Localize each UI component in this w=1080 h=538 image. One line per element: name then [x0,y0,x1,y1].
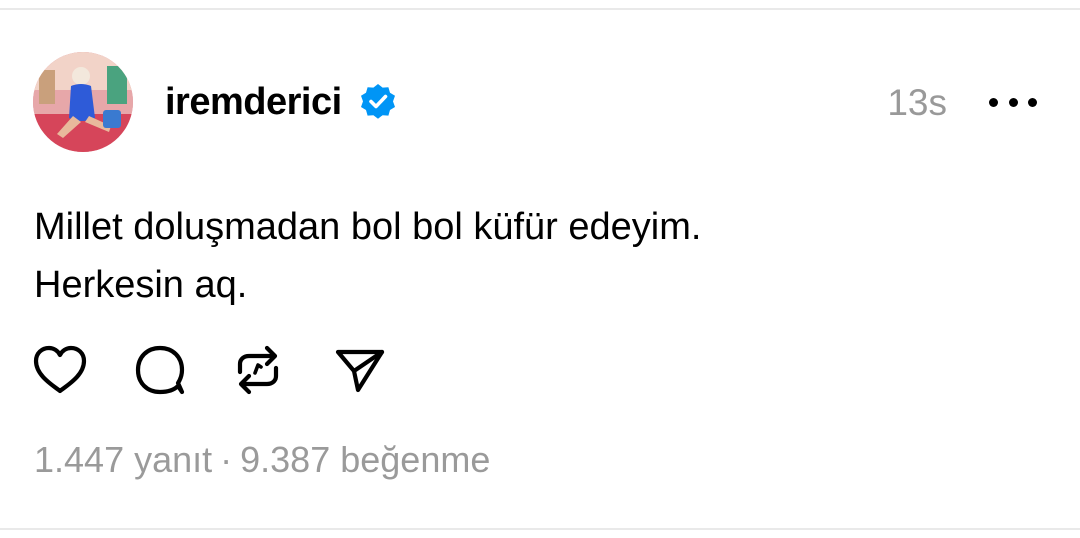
send-icon[interactable] [330,340,390,400]
post-text-line-2: Herkesin aq. [34,264,248,306]
more-options-icon[interactable] [985,84,1041,120]
comment-bubble-icon[interactable] [130,340,190,400]
like-count[interactable]: 9.387 beğenme [240,439,490,480]
user-avatar[interactable] [33,52,133,152]
post-text-line-1: Millet doluşmadan bol bol küfür edeyim. [34,206,702,248]
heart-icon[interactable] [30,340,90,400]
post-body: Millet doluşmadan bol bol küfür edeyim. … [34,198,701,314]
reply-count[interactable]: 1.447 yanıt [34,439,212,480]
post-timestamp: 13s [887,82,947,123]
bottom-divider [0,528,1080,530]
post-stats: 1.447 yanıt · 9.387 beğenme [34,438,490,482]
avatar-photo-icon [33,52,133,152]
verified-badge-icon [358,82,398,122]
username[interactable]: iremderici [165,80,342,124]
top-divider [0,8,1080,10]
stats-separator: · [220,439,233,480]
repost-icon[interactable] [228,340,288,400]
